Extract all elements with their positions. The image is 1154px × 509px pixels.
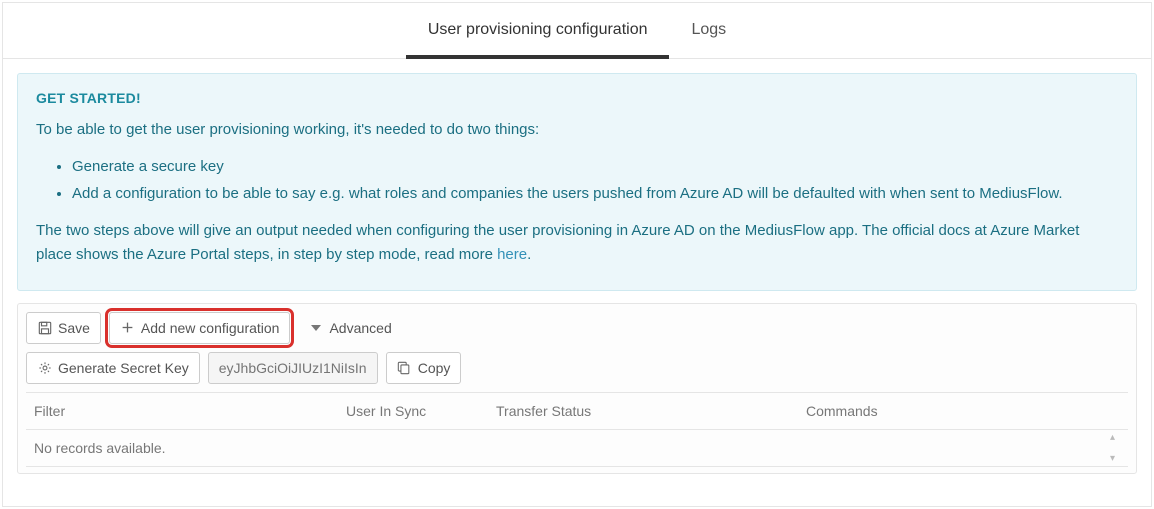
get-started-heading: GET STARTED! [36, 90, 1118, 106]
table-header-row: Filter User In Sync Transfer Status Comm… [26, 393, 1128, 430]
get-started-bullet: Add a configuration to be able to say e.… [72, 180, 1118, 207]
column-header-transfer-status[interactable]: Transfer Status [496, 403, 806, 419]
copy-button[interactable]: Copy [386, 352, 462, 384]
column-header-filter[interactable]: Filter [34, 403, 346, 419]
column-header-commands[interactable]: Commands [806, 403, 1100, 419]
save-button-label: Save [58, 320, 90, 336]
configurations-table: Filter User In Sync Transfer Status Comm… [26, 392, 1128, 467]
read-more-link[interactable]: here [497, 246, 527, 263]
copy-icon [397, 360, 412, 375]
add-new-configuration-button[interactable]: Add new configuration [109, 312, 291, 344]
generate-secret-key-button[interactable]: Generate Secret Key [26, 352, 200, 384]
table-scrollbar[interactable]: ▴ ▾ [1110, 430, 1124, 466]
caret-down-icon [308, 320, 323, 335]
column-scroll-gutter [1100, 403, 1120, 419]
toolbar-card: Save Add new configuration [17, 303, 1137, 474]
column-header-user-in-sync[interactable]: User In Sync [346, 403, 496, 419]
toolbar-row-primary: Save Add new configuration [26, 312, 1128, 344]
add-new-configuration-label: Add new configuration [141, 320, 280, 336]
gear-icon [37, 360, 52, 375]
save-icon [37, 320, 52, 335]
get-started-list: Generate a secure key Add a configuratio… [36, 153, 1118, 207]
secret-key-output[interactable] [208, 352, 378, 384]
get-started-intro: To be able to get the user provisioning … [36, 118, 1118, 141]
advanced-label: Advanced [329, 320, 391, 336]
get-started-outro-prefix: The two steps above will give an output … [36, 222, 1079, 262]
page-container: User provisioning configuration Logs GET… [2, 2, 1152, 507]
get-started-info-box: GET STARTED! To be able to get the user … [17, 73, 1137, 291]
advanced-button[interactable]: Advanced [298, 312, 401, 344]
save-button[interactable]: Save [26, 312, 101, 344]
scroll-up-icon: ▴ [1110, 432, 1124, 443]
copy-label: Copy [418, 360, 451, 376]
scroll-down-icon: ▾ [1110, 453, 1124, 464]
get-started-outro-suffix: . [527, 246, 531, 263]
get-started-outro: The two steps above will give an output … [36, 219, 1118, 266]
tabs-bar: User provisioning configuration Logs [3, 3, 1151, 59]
generate-secret-key-label: Generate Secret Key [58, 360, 189, 376]
table-empty-row: No records available. ▴ ▾ [26, 430, 1128, 466]
tab-logs[interactable]: Logs [669, 7, 748, 59]
get-started-bullet: Generate a secure key [72, 153, 1118, 180]
plus-icon [120, 320, 135, 335]
no-records-text: No records available. [34, 440, 166, 456]
content-panel: GET STARTED! To be able to get the user … [3, 59, 1151, 488]
toolbar-row-secret: Generate Secret Key Copy [26, 352, 1128, 384]
tab-user-provisioning-configuration[interactable]: User provisioning configuration [406, 7, 670, 59]
